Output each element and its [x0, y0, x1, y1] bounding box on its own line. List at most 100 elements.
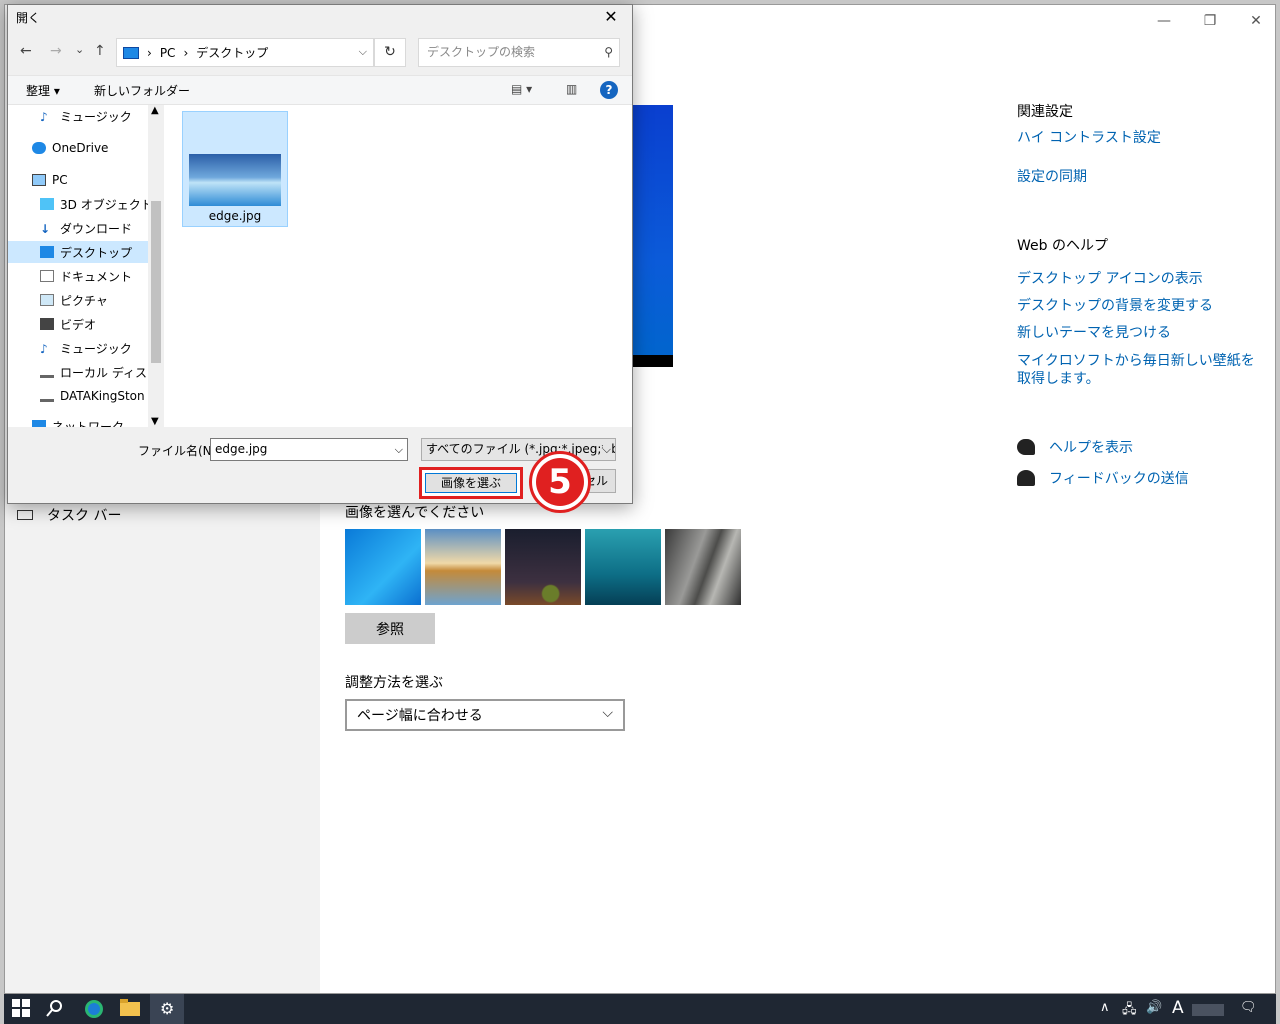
search-input[interactable]: デスクトップの検索 ⚲	[418, 38, 620, 67]
nav-item-datakingston[interactable]: DATAKingSton (	[40, 385, 153, 407]
wallpaper-thumb-night[interactable]	[505, 529, 581, 605]
file-name: edge.jpg	[208, 209, 262, 223]
wallpaper-thumb-beach[interactable]	[425, 529, 501, 605]
nav-item-pc[interactable]: PC	[32, 169, 68, 191]
nav-item-label: ピクチャ	[60, 293, 108, 308]
filetype-value: すべてのファイル (*.jpg;*.jpeg;*.bmp	[426, 442, 615, 456]
recent-locations-icon[interactable]: ⌄	[75, 43, 84, 56]
help-link-find-themes[interactable]: 新しいテーマを見つける	[1017, 324, 1257, 342]
choose-picture-label: 画像を選ぶ	[425, 473, 517, 493]
help-icon[interactable]: ?	[600, 81, 618, 99]
scrollbar-thumb[interactable]	[151, 201, 161, 363]
breadcrumb-desktop[interactable]: デスクトップ	[196, 44, 268, 61]
wallpaper-thumb-windows[interactable]	[345, 529, 421, 605]
wallpaper-thumb-rock[interactable]	[665, 529, 741, 605]
nav-item-music-2[interactable]: ♪ ミュージック	[40, 337, 132, 359]
windows-taskbar: ⚙ ∧ 🖧 🔊 A 🗨	[4, 994, 1276, 1024]
web-help-heading: Web のヘルプ	[1017, 238, 1108, 254]
nav-item-label: デスクトップ	[60, 245, 133, 260]
filetype-dropdown[interactable]: すべてのファイル (*.jpg;*.jpeg;*.bmp ⌵	[421, 438, 616, 461]
new-folder-button[interactable]: 新しいフォルダー	[94, 82, 190, 99]
ime-indicator[interactable]: A	[1172, 998, 1184, 1018]
nav-item-label: 3D オブジェクト	[60, 197, 153, 212]
nav-item-downloads[interactable]: ↓ ダウンロード	[40, 217, 132, 239]
dialog-close-button[interactable]: ✕	[596, 5, 626, 29]
document-icon	[40, 270, 54, 282]
breadcrumb-separator: ›	[147, 45, 152, 60]
fit-value: ページ幅に合わせる	[357, 708, 483, 724]
picture-icon	[40, 294, 54, 306]
filename-value: edge.jpg	[215, 442, 268, 456]
chevron-down-icon: ⌵	[602, 439, 611, 460]
nav-item-desktop[interactable]: デスクトップ	[8, 241, 148, 263]
nav-item-pictures[interactable]: ピクチャ	[40, 289, 108, 311]
notification-icon[interactable]: 🗨	[1240, 1000, 1257, 1015]
cube-icon	[40, 198, 54, 210]
filename-input[interactable]: edge.jpg ⌵	[210, 438, 408, 461]
forward-arrow-icon[interactable]: →	[50, 43, 62, 59]
back-arrow-icon[interactable]: ←	[20, 43, 32, 59]
nav-item-label: PC	[52, 173, 68, 187]
scroll-up-icon[interactable]: ▲	[151, 105, 159, 116]
chevron-down-icon[interactable]: ⌵	[395, 439, 403, 460]
help-link-daily-wallpaper[interactable]: マイクロソフトから毎日新しい壁紙を取得します。	[1017, 352, 1257, 388]
choose-picture-label: 画像を選んでください	[345, 505, 485, 521]
nav-item-label: ダウンロード	[60, 221, 133, 236]
start-icon[interactable]	[12, 999, 32, 1019]
settings-taskbar-icon[interactable]: ⚙	[150, 994, 184, 1024]
search-icon[interactable]	[46, 999, 66, 1019]
browse-button[interactable]: 参照	[345, 613, 435, 644]
taskbar-icon	[17, 510, 33, 520]
restore-button[interactable]: ❐	[1187, 9, 1233, 33]
scroll-down-icon[interactable]: ▼	[151, 416, 159, 427]
nav-item-videos[interactable]: ビデオ	[40, 313, 96, 335]
drive-icon	[40, 390, 54, 402]
minimize-button[interactable]: —	[1141, 9, 1187, 33]
network-icon	[32, 420, 46, 427]
help-link-desktop-icons[interactable]: デスクトップ アイコンの表示	[1017, 270, 1257, 288]
high-contrast-link[interactable]: ハイ コントラスト設定	[1017, 129, 1257, 147]
cloud-icon	[32, 142, 46, 154]
nav-item-onedrive[interactable]: OneDrive	[32, 137, 108, 159]
sidebar-item-label: タスク バー	[47, 508, 122, 524]
nav-item-3d-objects[interactable]: 3D オブジェクト	[40, 193, 153, 215]
nav-item-music[interactable]: ♪ ミュージック	[40, 105, 132, 127]
nav-item-documents[interactable]: ドキュメント	[40, 265, 132, 287]
address-bar[interactable]: › PC › デスクトップ ⌵	[116, 38, 374, 67]
breadcrumb-pc[interactable]: PC	[160, 46, 176, 60]
nav-item-label: ミュージック	[60, 109, 132, 124]
sidebar-item-taskbar[interactable]: タスク バー	[17, 505, 121, 525]
gear-icon: ⚙	[160, 999, 175, 1018]
feedback-icon	[1017, 470, 1035, 486]
wallpaper-thumb-underwater[interactable]	[585, 529, 661, 605]
feedback-link[interactable]: フィードバックの送信	[1017, 468, 1189, 488]
clock-redacted[interactable]	[1192, 1004, 1224, 1016]
chevron-down-icon[interactable]: ⌵	[359, 45, 367, 59]
get-help-link[interactable]: ヘルプを表示	[1017, 437, 1133, 457]
open-file-dialog: 開く ✕ ← → ⌄ ↑ › PC › デスクトップ ⌵ ↻ デスクトップの検索…	[7, 4, 633, 513]
fit-label: 調整方法を選ぶ	[345, 675, 443, 691]
view-options-icon[interactable]: ▤ ▾	[511, 82, 532, 96]
nav-item-network[interactable]: ネットワーク	[32, 415, 124, 427]
file-explorer-icon[interactable]	[120, 999, 140, 1019]
preview-pane-icon[interactable]: ▥	[566, 82, 577, 96]
tray-chevron-icon[interactable]: ∧	[1100, 1000, 1110, 1015]
chevron-down-icon: ⌵	[602, 705, 613, 721]
nav-item-label: ビデオ	[60, 317, 97, 332]
edge-icon[interactable]	[84, 999, 104, 1019]
close-button[interactable]: ✕	[1233, 9, 1279, 33]
sync-settings-link[interactable]: 設定の同期	[1017, 168, 1257, 186]
network-icon[interactable]: 🖧	[1122, 1000, 1137, 1022]
refresh-button[interactable]: ↻	[374, 38, 406, 67]
up-arrow-icon[interactable]: ↑	[94, 43, 106, 59]
help-link-change-background[interactable]: デスクトップの背景を変更する	[1017, 297, 1257, 315]
nav-item-local-disk[interactable]: ローカル ディスク (C	[40, 361, 164, 383]
nav-item-label: ミュージック	[60, 341, 132, 356]
choose-picture-button[interactable]: 画像を選ぶ	[419, 467, 523, 499]
organize-menu[interactable]: 整理 ▾	[26, 82, 60, 99]
file-item[interactable]: edge.jpg	[182, 111, 288, 227]
breadcrumb-separator: ›	[183, 45, 189, 60]
fit-dropdown[interactable]: ページ幅に合わせる ⌵	[345, 699, 625, 731]
volume-icon[interactable]: 🔊	[1146, 1000, 1162, 1015]
nav-scrollbar[interactable]: ▲ ▼	[148, 105, 164, 427]
